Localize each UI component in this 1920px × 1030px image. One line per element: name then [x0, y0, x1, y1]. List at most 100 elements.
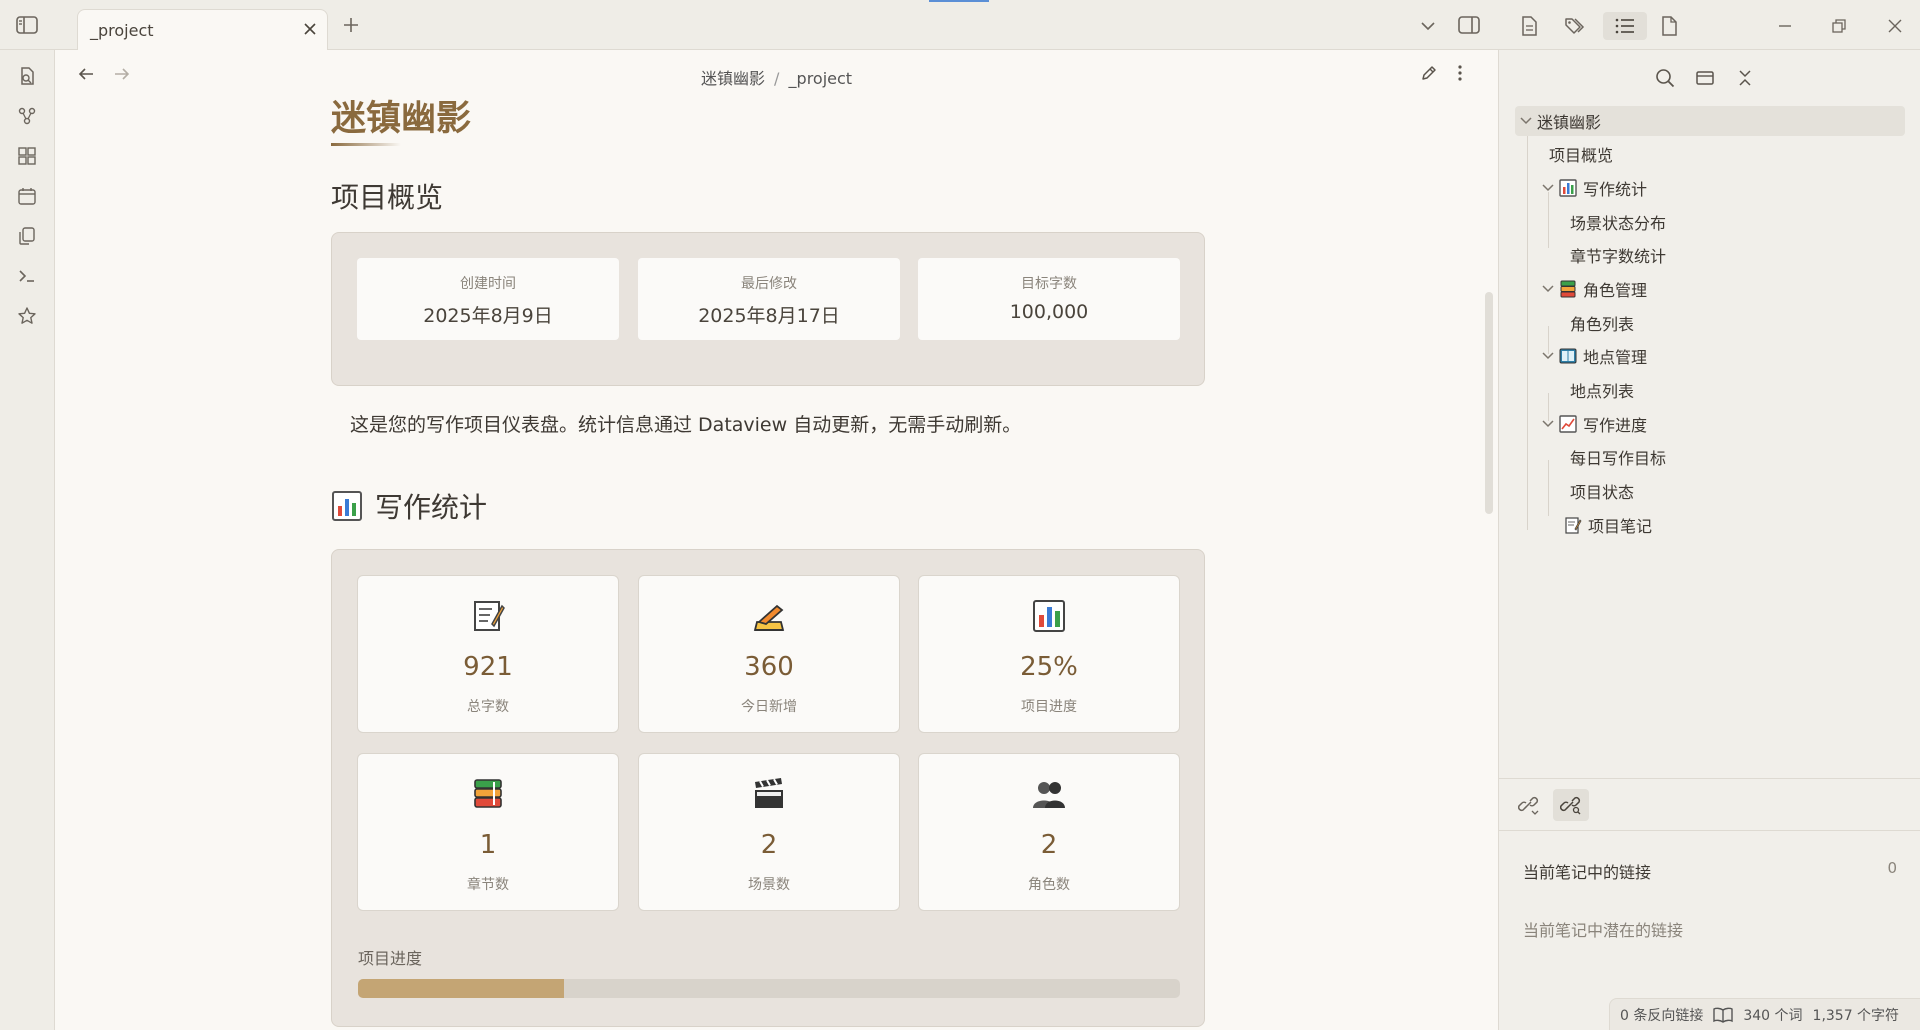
meta-label: 目标字数 — [1021, 276, 1077, 292]
edit-pencil-icon[interactable] — [1418, 62, 1440, 84]
stat-label: 场景数 — [748, 877, 790, 893]
right-sidebar: 迷镇幽影 项目概览 写作统计 场景状态分布 章节字数统计 角色管理 角色列表 地… — [1498, 12, 1920, 1030]
heading-overview: 项目概览 — [331, 181, 444, 214]
tab-title: _project — [90, 21, 154, 40]
stat-value: 2 — [1040, 830, 1058, 860]
progress-fill — [358, 979, 564, 998]
close-icon[interactable] — [303, 22, 317, 36]
stat-card-project-progress: 25% 项目进度 — [918, 575, 1180, 733]
outline-item[interactable]: 每日写作目标 — [1570, 442, 1666, 472]
outline-label: 项目概览 — [1549, 146, 1614, 165]
outline-item[interactable]: 项目概览 — [1549, 139, 1613, 169]
people-icon — [1031, 776, 1067, 816]
outline-item[interactable]: 写作统计 — [1537, 173, 1647, 203]
outline-label: 迷镇幽影 — [1537, 113, 1602, 132]
stat-label: 总字数 — [467, 699, 509, 715]
meta-value: 2025年8月9日 — [423, 305, 553, 327]
collapse-all-icon[interactable] — [1691, 64, 1719, 92]
link-collapse-icon[interactable] — [1511, 789, 1547, 821]
open-quick-switcher-icon[interactable] — [15, 64, 39, 88]
outline-item[interactable]: 项目状态 — [1570, 476, 1634, 506]
stat-label: 角色数 — [1028, 877, 1070, 893]
outline-label: 每日写作目标 — [1570, 449, 1667, 468]
expand-collapse-chevrons-icon[interactable] — [1731, 64, 1759, 92]
file-icon[interactable] — [1515, 12, 1543, 40]
note-file-icon[interactable] — [1655, 12, 1683, 40]
search-icon[interactable] — [1651, 64, 1679, 92]
chevron-down-icon[interactable] — [1537, 352, 1559, 360]
outline-label: 角色列表 — [1570, 315, 1635, 334]
current-links-heading[interactable]: 当前笔记中的链接 — [1523, 859, 1651, 883]
bar-chart-icon — [331, 490, 363, 522]
meta-card-target-words: 目标字数 100,000 — [918, 258, 1180, 340]
bar-chart-icon — [1031, 598, 1067, 638]
calendar-icon[interactable] — [15, 184, 39, 208]
chevron-down-icon[interactable] — [1537, 420, 1559, 428]
books-icon — [470, 776, 506, 816]
outline-item[interactable]: 地点管理 — [1537, 341, 1647, 371]
breadcrumb-separator: / — [774, 69, 780, 88]
chevron-down-icon[interactable] — [1418, 16, 1438, 36]
outline-label: 写作统计 — [1583, 180, 1648, 199]
reading-mode-book-icon[interactable] — [1713, 1007, 1734, 1023]
backlinks-count[interactable]: 0 条反向链接 — [1620, 1005, 1703, 1025]
chart-increasing-icon — [1559, 415, 1577, 433]
writing-hand-icon — [751, 598, 787, 638]
window-drag-indicator — [929, 0, 989, 2]
heading-stats: 写作统计 — [331, 486, 487, 526]
outline-label: 地点列表 — [1570, 382, 1635, 401]
outline-item[interactable]: 章节字数统计 — [1570, 240, 1666, 270]
stat-label: 今日新增 — [741, 699, 797, 715]
toggle-right-sidebar-icon[interactable] — [1456, 14, 1482, 36]
outline-item[interactable]: 角色列表 — [1570, 308, 1634, 338]
meta-card-created: 创建时间 2025年8月9日 — [357, 258, 619, 340]
meta-label: 最后修改 — [741, 276, 797, 292]
chevron-down-icon[interactable] — [1537, 184, 1559, 192]
editor-scrollbar[interactable] — [1485, 292, 1493, 514]
editor-pane: 迷镇幽影 / _project 迷镇幽影 项目概览 创建时间 2025年8月9日… — [55, 50, 1498, 1030]
graph-view-icon[interactable] — [15, 104, 39, 128]
open-book-icon — [1559, 347, 1577, 365]
close-window-icon[interactable] — [1881, 12, 1909, 40]
meta-card-modified: 最后修改 2025年8月17日 — [638, 258, 900, 340]
terminal-icon[interactable] — [15, 264, 39, 288]
stat-value: 25% — [1020, 652, 1078, 682]
outline-item[interactable]: 项目笔记 — [1564, 510, 1652, 540]
clapper-icon — [751, 776, 787, 816]
memo-icon — [470, 598, 506, 638]
outline-label: 项目状态 — [1570, 483, 1635, 502]
memo-icon — [1564, 516, 1582, 534]
link-search-icon[interactable] — [1553, 789, 1589, 821]
outline-list-icon[interactable] — [1603, 12, 1647, 40]
tags-icon[interactable] — [1561, 12, 1589, 40]
minimize-icon[interactable] — [1771, 12, 1799, 40]
outline-guide — [1527, 136, 1528, 530]
chevron-down-icon[interactable] — [1537, 285, 1559, 293]
outline-item-root[interactable]: 迷镇幽影 — [1515, 106, 1601, 136]
chevron-down-icon[interactable] — [1515, 117, 1537, 125]
star-icon[interactable] — [15, 304, 39, 328]
outline-item[interactable]: 角色管理 — [1537, 274, 1647, 304]
breadcrumb-file[interactable]: _project — [789, 69, 853, 88]
restore-window-icon[interactable] — [1825, 12, 1853, 40]
breadcrumb-folder[interactable]: 迷镇幽影 — [701, 69, 765, 88]
canvas-grid-icon[interactable] — [15, 144, 39, 168]
outline-item[interactable]: 写作进度 — [1537, 409, 1647, 439]
tab-project[interactable]: _project — [77, 9, 328, 51]
char-count: 1,357 个字符 — [1812, 1007, 1900, 1024]
potential-links-heading[interactable]: 当前笔记中潜在的链接 — [1523, 917, 1683, 941]
new-tab-plus-icon[interactable] — [340, 14, 362, 36]
stat-card-today-added: 360 今日新增 — [638, 575, 900, 733]
page-title: 迷镇幽影 — [331, 98, 472, 139]
outline-item[interactable]: 地点列表 — [1570, 375, 1634, 405]
meta-value: 2025年8月17日 — [698, 305, 840, 327]
stat-value: 360 — [744, 652, 794, 682]
copy-files-icon[interactable] — [15, 224, 39, 248]
breadcrumb: 迷镇幽影 / _project — [55, 65, 1498, 89]
stat-card-characters: 2 角色数 — [918, 753, 1180, 911]
bar-chart-icon — [1559, 179, 1577, 197]
outline-item[interactable]: 场景状态分布 — [1570, 207, 1666, 237]
toggle-left-sidebar-icon[interactable] — [14, 14, 40, 36]
more-options-icon[interactable] — [1453, 62, 1467, 84]
links-toolbar — [1499, 779, 1920, 831]
